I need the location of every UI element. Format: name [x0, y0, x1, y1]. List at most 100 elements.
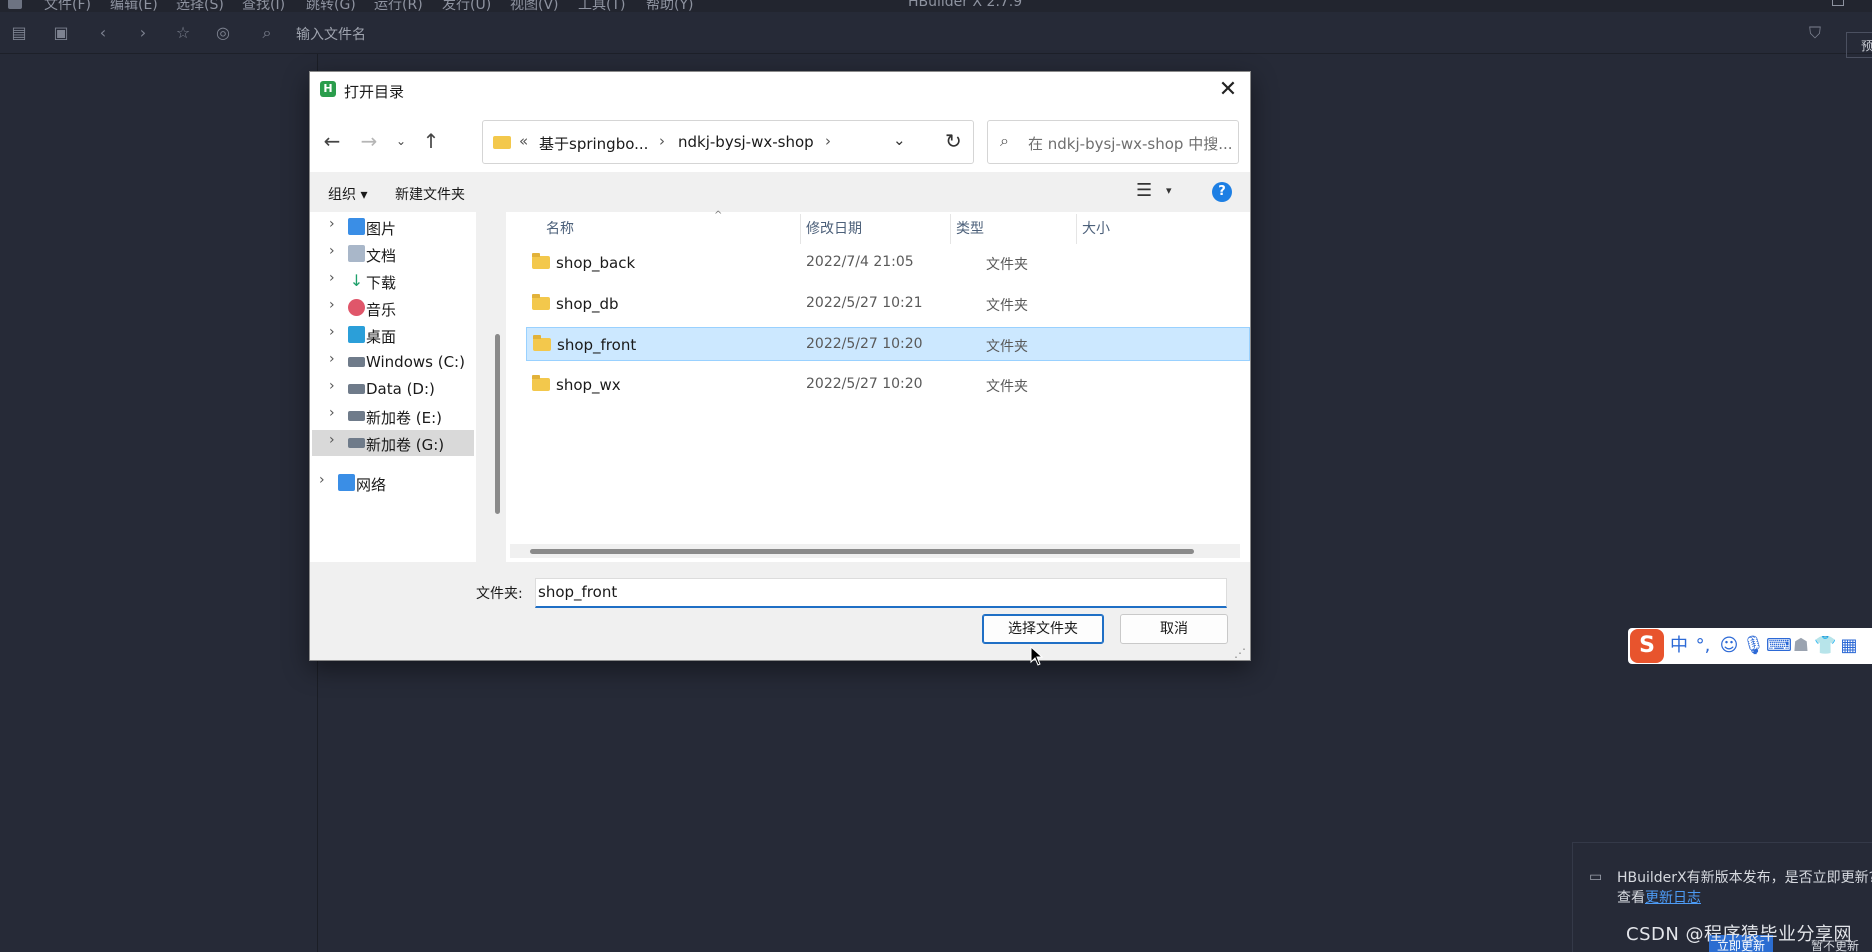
menu-grid-icon[interactable]: ▦ [1838, 635, 1860, 657]
expand-chevron-icon[interactable]: › [329, 324, 335, 340]
save-icon[interactable]: ▣ [52, 24, 70, 42]
breadcrumb-separator[interactable]: › [825, 132, 831, 150]
file-name: shop_db [556, 295, 619, 313]
ime-mode-toggle[interactable]: 中 [1668, 635, 1690, 657]
file-list-horizontal-scrollbar[interactable] [510, 544, 1240, 558]
navigation-pane: › 图片 › 文档 › ↓ 下载 › 音乐 › 桌面 › Windows (C:… [310, 212, 476, 562]
restore-window-icon[interactable] [1832, 0, 1844, 6]
changelog-link[interactable]: 更新日志 [1645, 890, 1701, 906]
column-divider[interactable] [800, 214, 801, 244]
file-row[interactable]: shop_wx 2022/5/27 10:20 文件夹 [526, 368, 1250, 402]
file-list: ^ 名称 修改日期 类型 大小 shop_back 2022/7/4 21:05… [506, 210, 1250, 562]
file-row[interactable]: shop_back 2022/7/4 21:05 文件夹 [526, 246, 1250, 280]
expand-chevron-icon[interactable]: › [329, 378, 335, 394]
star-icon[interactable]: ☆ [174, 24, 192, 42]
column-divider[interactable] [950, 214, 951, 244]
filter-icon[interactable]: ⛉ [1806, 24, 1824, 42]
column-header-size[interactable]: 大小 [1082, 218, 1110, 238]
recent-locations-chevron-icon[interactable]: ⌄ [388, 128, 414, 154]
scrollbar-thumb[interactable] [530, 549, 1194, 554]
close-icon[interactable]: ✕ [1214, 76, 1242, 104]
sogou-logo-icon[interactable]: S [1630, 629, 1664, 663]
expand-chevron-icon[interactable]: › [329, 243, 335, 259]
menu-help[interactable]: 帮助(Y) [646, 0, 693, 12]
skin-icon[interactable]: 👕 [1814, 635, 1836, 657]
overflow-indicator[interactable]: « [519, 132, 528, 150]
help-icon[interactable]: ? [1212, 182, 1232, 202]
column-header-type[interactable]: 类型 [956, 218, 984, 238]
new-file-icon[interactable]: ▤ [10, 24, 28, 42]
expand-chevron-icon[interactable]: › [329, 270, 335, 286]
nav-item-label: 文档 [366, 247, 397, 265]
nav-item-desktop[interactable]: › 桌面 [312, 322, 474, 348]
new-folder-button[interactable]: 新建文件夹 [395, 184, 465, 204]
breadcrumb-separator[interactable]: › [659, 132, 665, 150]
refresh-icon[interactable]: ↻ [945, 129, 962, 153]
folder-search-input[interactable]: ⌕ 在 ndkj-bysj-wx-shop 中搜... [987, 120, 1239, 164]
column-divider[interactable] [1076, 214, 1077, 244]
nav-item-drive-d[interactable]: › Data (D:) [312, 376, 474, 402]
menu-find[interactable]: 查找(I) [242, 0, 285, 12]
up-arrow-icon[interactable]: ↑ [418, 128, 444, 154]
expand-chevron-icon[interactable]: › [329, 351, 335, 367]
nav-item-drive-g[interactable]: › 新加卷 (G:) [312, 430, 474, 456]
back-icon[interactable]: ‹ [94, 24, 112, 42]
expand-chevron-icon[interactable]: › [329, 297, 335, 313]
file-row-selected[interactable]: shop_front 2022/5/27 10:20 文件夹 [526, 327, 1250, 361]
ime-toolbar: S 中 °, ☺ 🎙 ⌨ ☗ 👕 ▦ [1628, 628, 1872, 664]
nav-item-downloads[interactable]: › ↓ 下载 [312, 268, 474, 294]
menu-select[interactable]: 选择(S) [176, 0, 224, 12]
file-modified: 2022/7/4 21:05 [806, 254, 914, 270]
forward-icon[interactable]: › [134, 24, 152, 42]
column-header-name[interactable]: 名称 [546, 218, 574, 238]
notification-changelog-line: 查看更新日志 [1617, 887, 1701, 907]
breadcrumb-item-parent[interactable]: 基于springbo... [539, 133, 648, 154]
cancel-button[interactable]: 取消 [1120, 614, 1228, 644]
project-panel [0, 54, 318, 952]
user-icon[interactable]: ☗ [1790, 635, 1812, 657]
folder-name-input[interactable]: shop_front [535, 578, 1227, 608]
preview-button[interactable]: 预 [1846, 32, 1872, 58]
menu-run[interactable]: 运行(R) [374, 0, 423, 12]
resize-grip-icon[interactable]: ⋰ [1234, 646, 1246, 660]
menu-file[interactable]: 文件(F) [44, 0, 91, 12]
nav-item-documents[interactable]: › 文档 [312, 241, 474, 267]
menu-goto[interactable]: 跳转(G) [306, 0, 356, 12]
expand-chevron-icon[interactable]: › [329, 216, 335, 232]
menu-publish[interactable]: 发行(U) [442, 0, 491, 12]
nav-item-network[interactable]: › 网络 [302, 470, 464, 496]
nav-item-label: Windows (C:) [366, 353, 465, 371]
view-dropdown-chevron-icon[interactable]: ▾ [1166, 184, 1172, 197]
open-folder-dialog: H 打开目录 ✕ ← → ⌄ ↑ « 基于springbo... › ndkj-… [309, 71, 1251, 661]
nav-pane-scrollbar[interactable] [492, 214, 502, 562]
address-bar[interactable]: « 基于springbo... › ndkj-bysj-wx-shop › ⌄ … [482, 120, 974, 164]
forward-arrow-icon[interactable]: → [356, 128, 382, 154]
column-header-modified[interactable]: 修改日期 [806, 218, 862, 238]
file-search-icon[interactable]: ⌕ [258, 24, 276, 42]
expand-chevron-icon[interactable]: › [329, 405, 335, 421]
nav-item-drive-e[interactable]: › 新加卷 (E:) [312, 403, 474, 429]
nav-item-drive-c[interactable]: › Windows (C:) [312, 349, 474, 375]
ime-punctuation-toggle[interactable]: °, [1692, 635, 1714, 657]
menu-view[interactable]: 视图(V) [510, 0, 559, 12]
scrollbar-thumb[interactable] [495, 334, 500, 514]
microphone-icon[interactable]: 🎙 [1742, 635, 1765, 657]
emoji-icon[interactable]: ☺ [1718, 635, 1740, 657]
expand-chevron-icon[interactable]: › [329, 432, 335, 448]
run-icon[interactable]: ◎ [214, 24, 232, 42]
menu-edit[interactable]: 编辑(E) [110, 0, 158, 12]
breadcrumb-item-current[interactable]: ndkj-bysj-wx-shop [678, 133, 814, 151]
nav-item-pictures[interactable]: › 图片 [312, 214, 474, 240]
file-row[interactable]: shop_db 2022/5/27 10:21 文件夹 [526, 287, 1250, 321]
organize-button[interactable]: 组织 ▾ [328, 184, 367, 204]
nav-item-music[interactable]: › 音乐 [312, 295, 474, 321]
keyboard-icon[interactable]: ⌨ [1766, 635, 1792, 657]
back-arrow-icon[interactable]: ← [319, 128, 345, 154]
select-folder-button[interactable]: 选择文件夹 [982, 614, 1104, 644]
filename-search-input[interactable]: 输入文件名 [296, 24, 366, 44]
menu-tools[interactable]: 工具(T) [578, 0, 625, 12]
csdn-watermark: CSDN @程序猿毕业分享网 [1626, 924, 1853, 945]
view-options-icon[interactable]: ☰ [1136, 180, 1152, 201]
expand-chevron-icon[interactable]: › [319, 472, 325, 488]
address-dropdown-chevron-icon[interactable]: ⌄ [893, 131, 906, 149]
